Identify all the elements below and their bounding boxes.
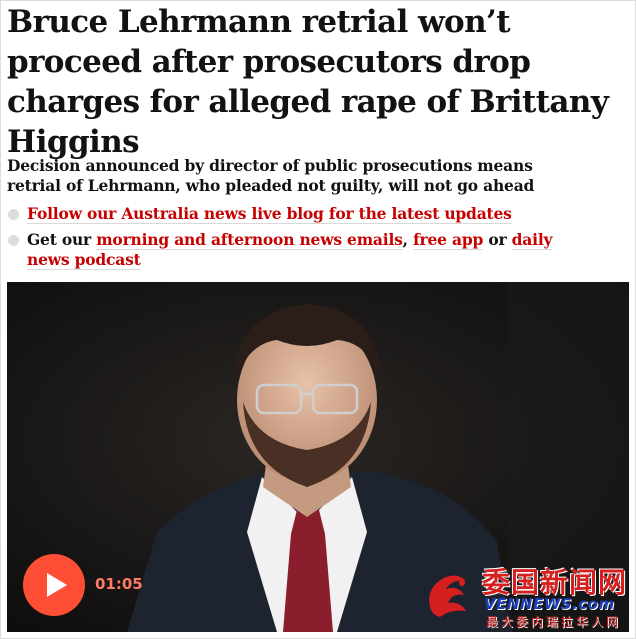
watermark-logo: 委国新闻网 VENNEWS.com 最大委内瑞拉华人网 bbox=[422, 561, 632, 631]
list-item: Get our morning and afternoon news email… bbox=[7, 230, 567, 270]
watermark-tagline: 最大委内瑞拉华人网 bbox=[486, 615, 622, 629]
article-headline: Bruce Lehrmann retrial won’t proceed aft… bbox=[7, 4, 609, 160]
free-app-link[interactable]: free app bbox=[413, 230, 483, 250]
standfirst-links: Follow our Australia news live blog for … bbox=[7, 204, 567, 276]
list-item: Follow our Australia news live blog for … bbox=[7, 204, 567, 224]
live-blog-link[interactable]: Follow our Australia news live blog for … bbox=[27, 204, 512, 224]
bullet-separator: or bbox=[483, 230, 512, 249]
bullet-dot bbox=[8, 209, 19, 220]
bullet-dot bbox=[8, 235, 19, 246]
play-button[interactable] bbox=[23, 554, 85, 616]
bullet-separator: , bbox=[402, 230, 414, 249]
watermark-subtitle: VENNEWS.com bbox=[484, 595, 615, 613]
dragon-logo-icon bbox=[429, 575, 466, 617]
newsletter-link[interactable]: morning and afternoon news emails bbox=[96, 230, 403, 250]
video-duration: 01:05 bbox=[95, 575, 143, 593]
bullet-prefix: Get our bbox=[27, 230, 97, 249]
article-standfirst: Decision announced by director of public… bbox=[7, 156, 535, 195]
